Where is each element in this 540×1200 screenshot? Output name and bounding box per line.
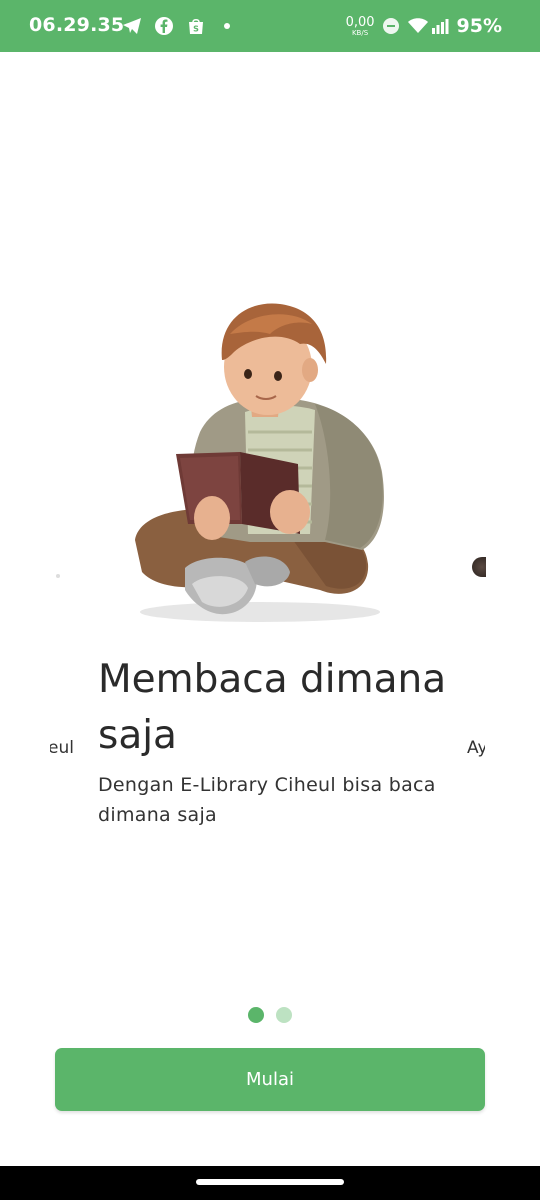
- pager-dot-active[interactable]: [248, 1007, 264, 1023]
- onboarding-carousel[interactable]: eul Ay Membaca dimana saja Dengan E-Libr…: [0, 52, 540, 992]
- notification-dot-icon: [224, 23, 230, 29]
- previous-slide-text: eul: [50, 738, 74, 758]
- previous-slide-fragment: [56, 574, 60, 578]
- slide-description: Dengan E-Library Ciheul bisa baca dimana…: [98, 774, 436, 826]
- network-speed-value: 0,00: [345, 14, 375, 30]
- status-bar: 06.29.35 S 0,00 KB/S 95%: [0, 0, 540, 52]
- pager-dot-inactive[interactable]: [276, 1007, 292, 1023]
- network-speed: 0,00 KB/S: [346, 16, 375, 37]
- signal-icon: [431, 19, 449, 34]
- home-indicator[interactable]: [196, 1179, 344, 1185]
- dnd-icon: [382, 18, 399, 34]
- telegram-icon: [122, 16, 142, 36]
- start-button[interactable]: Mulai: [55, 1048, 485, 1111]
- slide-title: Membaca dimana saja: [98, 657, 447, 758]
- system-icons: 0,00 KB/S 95%: [346, 12, 502, 40]
- wifi-icon: [407, 18, 428, 33]
- pager-indicator: [248, 1007, 304, 1023]
- network-speed-unit: KB/S: [351, 28, 369, 37]
- svg-text:S: S: [193, 25, 199, 34]
- facebook-icon: [154, 16, 174, 36]
- navigation-bar: [0, 1166, 540, 1200]
- shopee-icon: S: [186, 16, 206, 36]
- status-time: 06.29.35: [29, 14, 125, 36]
- battery-level: 95%: [456, 15, 502, 37]
- notification-icons: S: [122, 15, 230, 37]
- next-slide-image-fragment: [472, 557, 486, 577]
- boy-reading-book-illustration: [135, 303, 384, 622]
